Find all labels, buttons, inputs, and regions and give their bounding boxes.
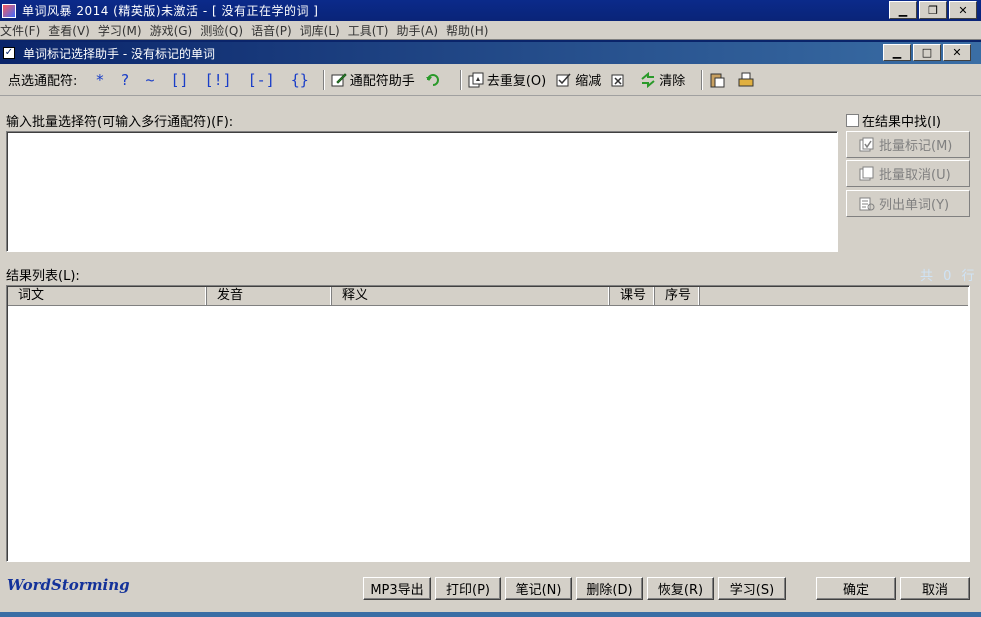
- checkbox-icon[interactable]: ✓: [3, 47, 15, 59]
- app-icon[interactable]: [2, 3, 16, 18]
- notes-button[interactable]: 笔记(N): [505, 577, 572, 600]
- close-icon: ✕: [952, 46, 962, 59]
- unmark-icon: [859, 166, 875, 182]
- wildcard-helper-label: 通配符助手: [349, 74, 415, 89]
- undo-button[interactable]: [425, 72, 444, 88]
- clear-button[interactable]: 清除: [640, 70, 685, 89]
- ok-button[interactable]: 确定: [816, 577, 896, 600]
- brand-logo: WordStorming: [7, 576, 130, 594]
- toolbar-separator: [322, 69, 325, 90]
- wildcard-braces-button[interactable]: {}: [291, 71, 309, 89]
- child-title: 单词标记选择助手 - 没有标记的单词: [23, 46, 215, 61]
- checkbox[interactable]: [846, 114, 859, 127]
- menu-library[interactable]: 词库(L): [300, 22, 348, 39]
- input-label: 输入批量选择符(可输入多行通配符)(F):: [6, 115, 234, 130]
- child-close-button[interactable]: ✕: [943, 44, 971, 61]
- app-title: 单词风暴 2014 (精英版)未激活 - [ 没有正在学的词 ]: [22, 4, 319, 18]
- wildcard-not-brackets-button[interactable]: [!]: [205, 71, 232, 89]
- menu-help[interactable]: 帮助(H): [446, 22, 496, 39]
- find-in-results-label: 在结果中找(I): [862, 115, 941, 130]
- minimize-button[interactable]: ▁: [889, 1, 917, 19]
- refresh-icon: [640, 71, 656, 88]
- print-tool-button[interactable]: [738, 72, 757, 88]
- menu-voice[interactable]: 语音(P): [251, 22, 300, 39]
- column-pronunciation[interactable]: 发音: [207, 287, 332, 305]
- wildcard-label: 点选通配符:: [8, 74, 78, 89]
- batch-cancel-button[interactable]: 批量取消(U): [846, 160, 970, 187]
- menu-study[interactable]: 学习(M): [98, 22, 150, 39]
- results-list[interactable]: 词文 发音 释义 课号 序号: [6, 285, 970, 562]
- close-button[interactable]: ✕: [949, 1, 977, 19]
- child-maximize-button[interactable]: □: [913, 44, 941, 61]
- dedupe-button[interactable]: 去重复(O): [468, 70, 546, 89]
- undo-icon: [425, 72, 441, 88]
- list-icon: [859, 196, 875, 212]
- list-words-button[interactable]: 列出单词(Y): [846, 190, 970, 217]
- minimize-icon: ▁: [898, 3, 908, 17]
- batch-mark-button[interactable]: 批量标记(M): [846, 131, 970, 158]
- close-icon: ✕: [958, 3, 968, 17]
- child-title-bar: ✓ 单词标记选择助手 - 没有标记的单词 ▁ □ ✕: [0, 42, 981, 64]
- dialog-client: 点选通配符: * ? ~ [] [!] [-] {} 通配符助手 去重复(O) …: [0, 64, 981, 617]
- restore-icon: ❐: [928, 3, 938, 17]
- menu-file[interactable]: 文件(F): [0, 22, 48, 39]
- delete-button[interactable]: 删除(D): [576, 577, 643, 600]
- print-button[interactable]: 打印(P): [435, 577, 501, 600]
- child-minimize-button[interactable]: ▁: [883, 44, 911, 61]
- wildcard-range-button[interactable]: [-]: [248, 71, 275, 89]
- wildcard-star-button[interactable]: *: [95, 71, 104, 89]
- column-definition[interactable]: 释义: [332, 287, 610, 305]
- reduce-button[interactable]: 缩减: [556, 70, 601, 89]
- column-lesson[interactable]: 课号: [610, 287, 655, 305]
- edit-icon: [331, 72, 347, 88]
- wildcard-brackets-button[interactable]: []: [170, 71, 188, 89]
- mp3-export-button[interactable]: MP3导出: [363, 577, 431, 600]
- paste-button[interactable]: [709, 72, 728, 88]
- restore-button[interactable]: 恢复(R): [647, 577, 714, 600]
- study-button[interactable]: 学习(S): [718, 577, 786, 600]
- batch-cancel-label: 批量取消(U): [879, 168, 951, 183]
- column-word[interactable]: 词文: [8, 287, 207, 305]
- dedupe-icon: [468, 72, 484, 88]
- results-label: 结果列表(L):: [6, 269, 80, 284]
- toolbar-separator: [701, 69, 704, 90]
- maximize-button[interactable]: ❐: [919, 1, 947, 19]
- wildcard-tilde-button[interactable]: ~: [145, 71, 154, 89]
- check-box-icon: [556, 72, 572, 88]
- toolbar: 点选通配符: * ? ~ [] [!] [-] {} 通配符助手 去重复(O) …: [0, 64, 981, 96]
- bottom-frame: [0, 612, 981, 617]
- wildcard-question-button[interactable]: ?: [120, 71, 129, 89]
- mark-icon: [859, 137, 875, 153]
- find-in-results-checkbox[interactable]: 在结果中找(I): [846, 111, 941, 130]
- printer-icon: [738, 72, 754, 88]
- delete-box-icon: [611, 72, 627, 88]
- clear-label: 清除: [659, 74, 686, 89]
- batch-mark-label: 批量标记(M): [879, 139, 953, 154]
- menu-tools[interactable]: 工具(T): [348, 22, 397, 39]
- menu-assistant[interactable]: 助手(A): [396, 22, 446, 39]
- list-words-label: 列出单词(Y): [879, 198, 950, 213]
- menu-quiz[interactable]: 测验(Q): [200, 22, 251, 39]
- paste-icon: [709, 72, 725, 88]
- dedupe-label: 去重复(O): [486, 74, 547, 89]
- delete-box-button[interactable]: [611, 72, 630, 88]
- minimize-icon: ▁: [892, 46, 902, 59]
- main-title-bar: 单词风暴 2014 (精英版)未激活 - [ 没有正在学的词 ] ▁ ❐ ✕: [0, 0, 981, 21]
- wildcard-input[interactable]: [6, 131, 838, 252]
- menu-game[interactable]: 游戏(G): [150, 22, 201, 39]
- reduce-label: 缩减: [575, 74, 602, 89]
- menu-bar: 文件(F) 查看(V) 学习(M) 游戏(G) 测验(Q) 语音(P) 词库(L…: [0, 21, 981, 40]
- menu-view[interactable]: 查看(V): [48, 22, 98, 39]
- results-count: 共 0 行: [920, 269, 978, 284]
- list-header: 词文 发音 释义 课号 序号: [8, 287, 968, 306]
- cancel-button[interactable]: 取消: [900, 577, 970, 600]
- column-index[interactable]: 序号: [655, 287, 700, 305]
- maximize-icon: □: [921, 46, 933, 59]
- wildcard-helper-button[interactable]: 通配符助手: [331, 70, 415, 89]
- toolbar-separator: [459, 69, 462, 90]
